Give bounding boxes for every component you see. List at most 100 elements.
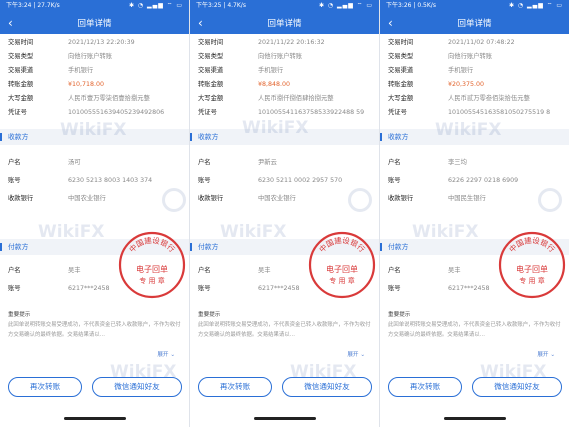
status-time: 下午3:24 [6,2,32,9]
detail-label: 交易类型 [198,53,224,60]
detail-value: 2021/11/02 07:48:22 [448,39,515,46]
detail-value: 人民币捌仟捌佰肆拾捌元整 [258,95,334,102]
expand-label: 展开 [347,352,359,358]
network-speed: 0.5K/s [417,2,436,9]
expand-label: 展开 [157,352,169,358]
payee-value: 中国农业银行 [258,195,296,202]
payee-row-bank: 收款银行 中国民生银行 [380,191,569,206]
detail-value: 2021/12/13 22:20:39 [68,39,135,46]
detail-row-voucher: 凭证号 101005551639405239492806 [0,106,189,120]
transaction-details: 交易时间 2021/11/22 20:16:32 交易类型 向他行账户转账 交易渠道… [190,36,379,120]
detail-value: 手机银行 [258,67,284,74]
detail-row-amount-words: 大写金额 人民币捌仟捌佰肆拾捌元整 [190,92,379,106]
payee-label: 户名 [388,159,401,166]
payer-value: 吴丰 [68,267,81,274]
payer-label: 户名 [388,267,401,274]
detail-value: 手机银行 [68,67,94,74]
detail-row-type: 交易类型 向他行账户转账 [190,50,379,64]
payee-label: 收款银行 [388,195,414,202]
payee-row-bank: 收款银行 中国农业银行 [190,191,379,206]
payee-section-title: 收款方 [190,129,379,145]
payer-label: 户名 [198,267,211,274]
payer-value: 6217***2458 [448,285,490,292]
payee-value: 李三均 [448,159,467,166]
bank-stamp-seal: 中国建设银行 电子回单 专 用 章 [498,231,566,299]
detail-label: 交易类型 [8,53,34,60]
expand-link[interactable]: 展开 ⌄ [157,350,175,358]
detail-row-channel: 交易渠道 手机银行 [0,64,189,78]
payee-row-name: 户名 尹新云 [190,155,379,170]
transaction-details: 交易时间 2021/11/02 07:48:22 交易类型 向他行账户转账 交易渠道… [380,36,569,120]
home-indicator[interactable] [254,417,316,420]
detail-row-time: 交易时间 2021/12/13 22:20:39 [0,36,189,50]
payee-label: 账号 [198,177,211,184]
status-time: 下午3:25 [196,2,222,9]
wechat-notify-button[interactable]: 微信通知好友 [282,377,372,397]
payee-value: 汤可 [68,159,81,166]
receipt-screens: 下午3:24 | 27.7K/s ✱ ◔ ▂▄▆ ⌔ ▭ ‹ 回单详情 交易时间… [0,0,569,427]
detail-row-time: 交易时间 2021/11/22 20:16:32 [190,36,379,50]
detail-label: 凭证号 [198,109,217,116]
detail-row-type: 交易类型 向他行账户转账 [380,50,569,64]
detail-row-time: 交易时间 2021/11/02 07:48:22 [380,36,569,50]
detail-row-voucher: 凭证号 101005541163758533922488 59 [190,106,379,120]
payee-label: 收款银行 [8,195,34,202]
expand-link[interactable]: 展开 ⌄ [537,350,555,358]
status-icons: ✱ ◔ ▂▄▆ ⌔ ▭ [318,2,373,9]
payee-label: 户名 [198,159,211,166]
transfer-again-button[interactable]: 再次转账 [388,377,462,397]
status-icons: ✱ ◔ ▂▄▆ ⌔ ▭ [128,2,183,9]
detail-label: 大写金额 [198,95,224,102]
detail-label: 交易时间 [198,39,224,46]
payer-label: 账号 [198,285,211,292]
detail-value: 人民币壹万零柒佰壹拾捌元整 [68,95,150,102]
status-icons: ✱ ◔ ▂▄▆ ⌔ ▭ [508,2,563,9]
wechat-notify-button[interactable]: 微信通知好友 [472,377,562,397]
payer-value: 吴丰 [258,267,271,274]
detail-label: 凭证号 [8,109,27,116]
detail-label: 交易渠道 [198,67,224,74]
detail-row-amount: 转账金额 ¥20,375.00 [380,78,569,92]
status-bar: 下午3:25 | 4.7K/s ✱ ◔ ▂▄▆ ⌔ ▭ [190,0,379,12]
status-bar: 下午3:26 | 0.5K/s ✱ ◔ ▂▄▆ ⌔ ▭ [380,0,569,12]
expand-link[interactable]: 展开 ⌄ [347,350,365,358]
home-indicator[interactable] [64,417,126,420]
detail-value: 向他行账户转账 [448,53,493,60]
detail-value: 手机银行 [448,67,474,74]
detail-label: 转账金额 [8,81,34,88]
notice-text: 此回单说明转账交易受理成功，不代表资金已转入收款账户，不作为收付方交易确认的最终… [198,322,371,338]
wechat-notify-button[interactable]: 微信通知好友 [92,377,182,397]
detail-row-amount: 转账金额 ¥8,848.00 [190,78,379,92]
nav-bar: ‹ 回单详情 [380,12,569,34]
stamp-line-1: 电子回单 [136,264,168,274]
detail-label: 交易渠道 [8,67,34,74]
receipt-screen-2: 下午3:25 | 4.7K/s ✱ ◔ ▂▄▆ ⌔ ▭ ‹ 回单详情 交易时间 2… [190,0,379,427]
detail-label: 交易时间 [388,39,414,46]
detail-row-channel: 交易渠道 手机银行 [380,64,569,78]
detail-label: 交易类型 [388,53,414,60]
transfer-again-button[interactable]: 再次转账 [198,377,272,397]
payee-label: 户名 [8,159,21,166]
payee-row-name: 户名 汤可 [0,155,189,170]
home-indicator[interactable] [444,417,506,420]
chevron-down-icon: ⌄ [360,352,365,358]
detail-row-type: 交易类型 向他行账户转账 [0,50,189,64]
detail-value: 101005541163758533922488 59 [258,109,365,116]
payee-label: 收款银行 [198,195,224,202]
nav-bar: ‹ 回单详情 [190,12,379,34]
status-bar: 下午3:24 | 27.7K/s ✱ ◔ ▂▄▆ ⌔ ▭ [0,0,189,12]
detail-value: 向他行账户转账 [258,53,303,60]
payer-label: 账号 [388,285,401,292]
detail-label: 转账金额 [388,81,414,88]
status-time: 下午3:26 [386,2,412,9]
network-speed: 27.7K/s [37,2,60,9]
detail-value: 向他行账户转账 [68,53,113,60]
transfer-again-button[interactable]: 再次转账 [8,377,82,397]
payee-value: 6226 2297 0218 6909 [448,177,519,184]
page-title: 回单详情 [267,19,302,29]
stamp-line-1: 电子回单 [326,264,358,274]
notice-title: 重要提示 [388,312,411,318]
detail-label: 交易时间 [8,39,34,46]
bank-stamp-seal: 中国建设银行 电子回单 专 用 章 [118,231,186,299]
amount-value: ¥10,718.00 [68,81,105,88]
